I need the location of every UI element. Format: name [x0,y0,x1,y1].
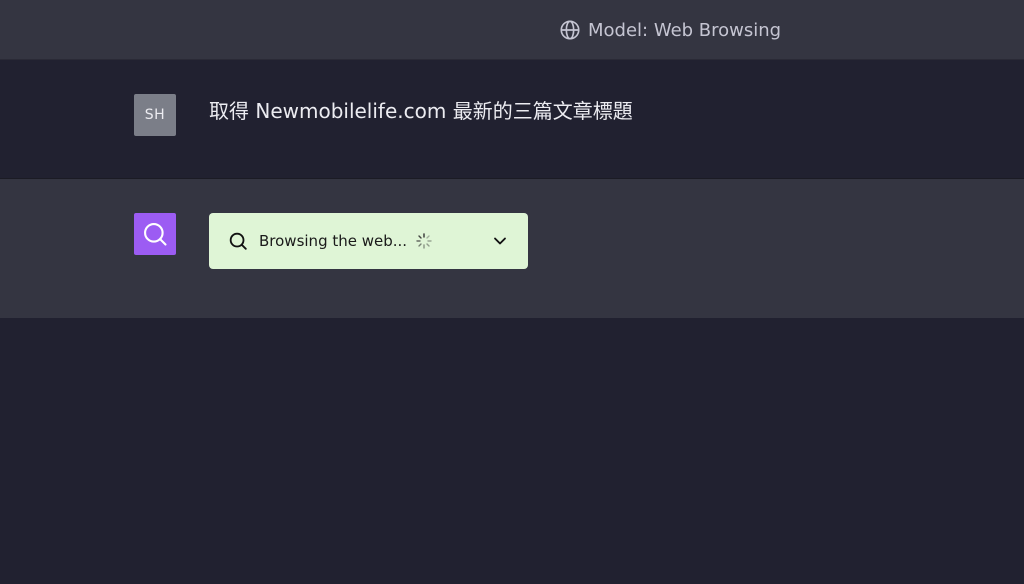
spinner-icon [416,233,432,249]
user-message: 取得 Newmobilelife.com 最新的三篇文章標題 [209,99,633,123]
chat-page: Model: Web Browsing SH 取得 Newmobilelife.… [0,0,1024,584]
model-label: Model: Web Browsing [588,19,782,41]
chevron-down-icon[interactable] [490,231,510,251]
browsing-status-toggle[interactable]: Browsing the web... [209,213,528,269]
search-icon [227,230,249,252]
search-icon [141,220,169,248]
globe-icon [559,19,581,41]
model-indicator: Model: Web Browsing [559,18,781,42]
user-avatar: SH [134,94,176,136]
user-message-row: SH 取得 Newmobilelife.com 最新的三篇文章標題 [0,60,1024,178]
top-bar: Model: Web Browsing [0,0,1024,60]
assistant-message-row: Browsing the web... [0,178,1024,318]
browsing-status-text: Browsing the web... [259,232,408,250]
assistant-avatar [134,213,176,255]
